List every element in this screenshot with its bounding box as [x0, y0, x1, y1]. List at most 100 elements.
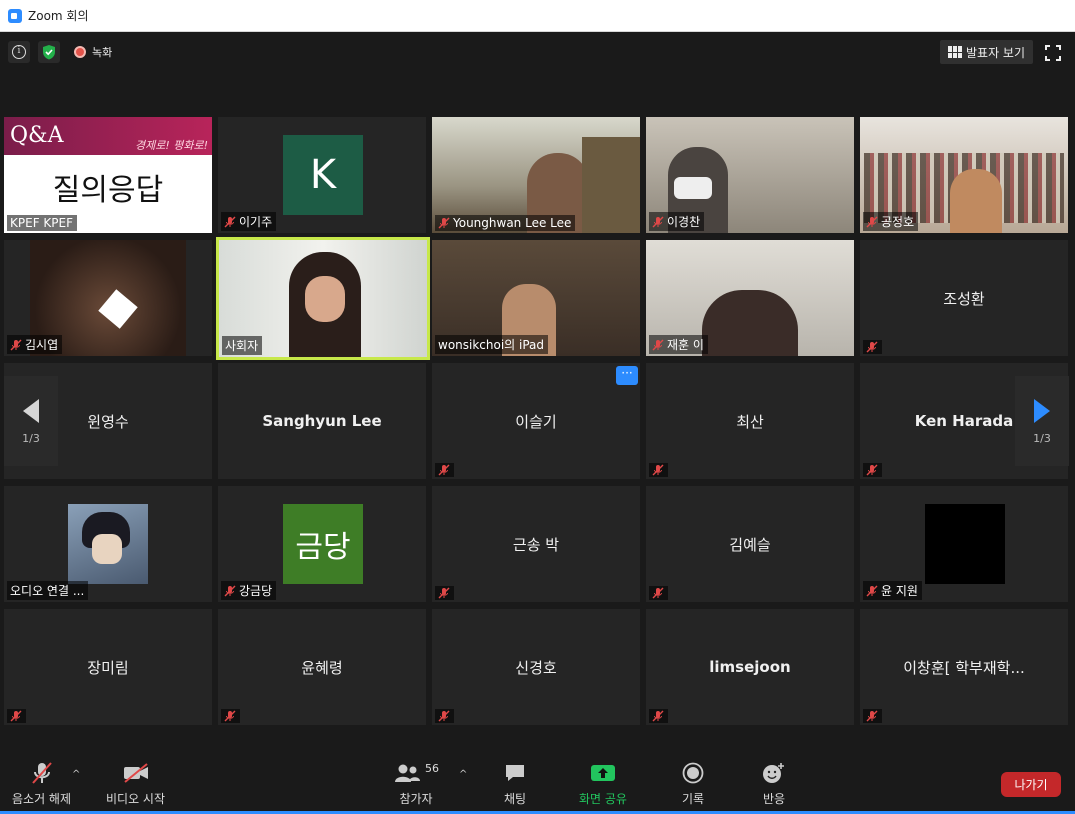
participant-label: 공정호 [863, 212, 919, 231]
start-video-button[interactable]: 비디오 시작 [106, 761, 165, 807]
participant-label [863, 709, 882, 723]
record-button[interactable]: 기록 [682, 761, 704, 807]
meeting-view: i 녹화 발표자 보기 Q&A 경제로! 평화로! 질의응답 KPEF KPEF… [0, 33, 1075, 814]
mic-muted-icon [438, 587, 450, 599]
share-screen-label: 화면 공유 [579, 792, 627, 806]
slide-body: 질의응답 [52, 173, 164, 208]
participant-name: wonsikchoi의 iPad [438, 338, 545, 352]
video-tile[interactable]: 윤혜령 [218, 609, 426, 725]
mic-muted-icon [438, 464, 450, 476]
participant-label: 오디오 연결 ... [7, 581, 89, 600]
mic-muted-icon [866, 464, 878, 476]
zoom-app-icon [8, 8, 22, 23]
meeting-info-button[interactable]: i [8, 41, 30, 63]
leave-meeting-button[interactable]: 나가기 [1001, 772, 1061, 797]
mic-muted-icon [652, 587, 664, 599]
participants-button[interactable]: 56 참가자 [393, 761, 439, 807]
participant-name: 사회자 [225, 339, 259, 353]
participant-name: 강금당 [239, 584, 273, 598]
video-tile[interactable]: 금당 강금당 [218, 486, 426, 602]
participant-display-name: Sanghyun Lee [262, 412, 382, 430]
video-tile[interactable]: wonsikchoi의 iPad [432, 240, 640, 356]
mic-muted-icon [866, 341, 878, 353]
shield-icon [43, 45, 55, 60]
unmute-button[interactable]: 음소거 해제 [12, 761, 71, 807]
video-tile[interactable]: 신경호 [432, 609, 640, 725]
participant-label [435, 709, 454, 723]
participant-label: 이기주 [221, 212, 277, 231]
participant-label: 윤 지원 [863, 581, 922, 600]
video-tile[interactable]: 윤 지원 [860, 486, 1068, 602]
next-page-button[interactable]: 1/3 [1015, 376, 1069, 466]
video-tile[interactable]: 오디오 연결 ... [4, 486, 212, 602]
mic-muted-icon [224, 216, 236, 227]
video-tile[interactable]: 최산 [646, 363, 854, 479]
avatar [68, 504, 148, 584]
audio-options-caret-icon[interactable]: ^ [72, 769, 80, 780]
record-dot-icon [74, 46, 86, 58]
participants-caret-icon[interactable]: ^ [459, 769, 467, 780]
mic-muted-icon [652, 464, 664, 476]
fullscreen-icon[interactable] [1045, 45, 1061, 61]
mic-muted-icon [224, 585, 236, 596]
video-tile[interactable]: 근송 박 [432, 486, 640, 602]
video-tile[interactable]: Younghwan Lee Lee [432, 117, 640, 233]
video-tile-active-speaker[interactable]: 사회자 [216, 237, 430, 360]
video-tile[interactable]: 공정호 [860, 117, 1068, 233]
share-screen-button[interactable]: 화면 공유 [579, 761, 627, 807]
bookshelf [582, 137, 640, 233]
participant-label: 강금당 [221, 581, 277, 600]
participant-label [649, 586, 668, 600]
start-video-label: 비디오 시작 [106, 792, 166, 806]
previous-page-button[interactable]: 1/3 [4, 376, 58, 466]
video-tile[interactable]: 이창훈[ 학부재학... [860, 609, 1068, 725]
video-tile[interactable]: limsejoon [646, 609, 854, 725]
mic-muted-icon [438, 710, 450, 722]
participant-label: 사회자 [222, 336, 263, 355]
participant-name: KPEF KPEF [10, 216, 73, 230]
avatar [925, 504, 1005, 584]
mic-muted-icon [866, 216, 878, 227]
reactions-button[interactable]: 반응 [762, 761, 786, 807]
avatar: K [283, 135, 363, 215]
video-tile[interactable]: 김예슬 [646, 486, 854, 602]
video-tile[interactable]: Q&A 경제로! 평화로! 질의응답 KPEF KPEF [4, 117, 212, 233]
video-tile[interactable]: 김시엽 [4, 240, 212, 356]
chat-button[interactable]: 채팅 [504, 761, 526, 807]
participant-label: KPEF KPEF [7, 215, 77, 231]
video-tile[interactable]: 조성환 [860, 240, 1068, 356]
mic-muted-icon [652, 216, 664, 227]
recording-indicator[interactable]: 녹화 [74, 44, 112, 60]
video-tile[interactable]: 이슬기 ··· [432, 363, 640, 479]
video-tile[interactable]: Sanghyun Lee [218, 363, 426, 479]
participant-display-name: 신경호 [515, 658, 557, 677]
speaker-view-button[interactable]: 발표자 보기 [939, 40, 1033, 64]
mic-muted-icon [31, 762, 52, 784]
video-tile[interactable]: 장미림 [4, 609, 212, 725]
mic-muted-icon [224, 710, 236, 722]
chat-icon [506, 765, 525, 781]
tile-more-options-button[interactable]: ··· [616, 366, 638, 385]
unmute-label: 음소거 해제 [12, 792, 72, 806]
face-mask [674, 177, 712, 199]
participant-name: 재훈 이 [667, 338, 704, 352]
grid-icon [947, 46, 962, 58]
participant-label [435, 586, 454, 600]
video-tile[interactable]: 재훈 이 [646, 240, 854, 356]
arrow-right-icon [1034, 398, 1050, 423]
video-tile[interactable]: K 이기주 [218, 117, 426, 233]
record-label: 기록 [682, 792, 705, 806]
participant-label [649, 709, 668, 723]
encryption-button[interactable] [38, 41, 60, 63]
slide-banner-text: 경제로! 평화로! [134, 139, 208, 152]
participant-label [221, 709, 240, 723]
participant-label: Younghwan Lee Lee [435, 215, 576, 231]
participant-name: 윤 지원 [881, 584, 918, 598]
participant-label: 이경찬 [649, 212, 705, 231]
participant-video [950, 169, 1002, 233]
participant-name: 이경찬 [667, 215, 701, 229]
participant-label: 재훈 이 [649, 335, 708, 354]
video-tile[interactable]: 이경찬 [646, 117, 854, 233]
share-screen-icon [590, 765, 615, 781]
participants-icon [395, 764, 420, 782]
